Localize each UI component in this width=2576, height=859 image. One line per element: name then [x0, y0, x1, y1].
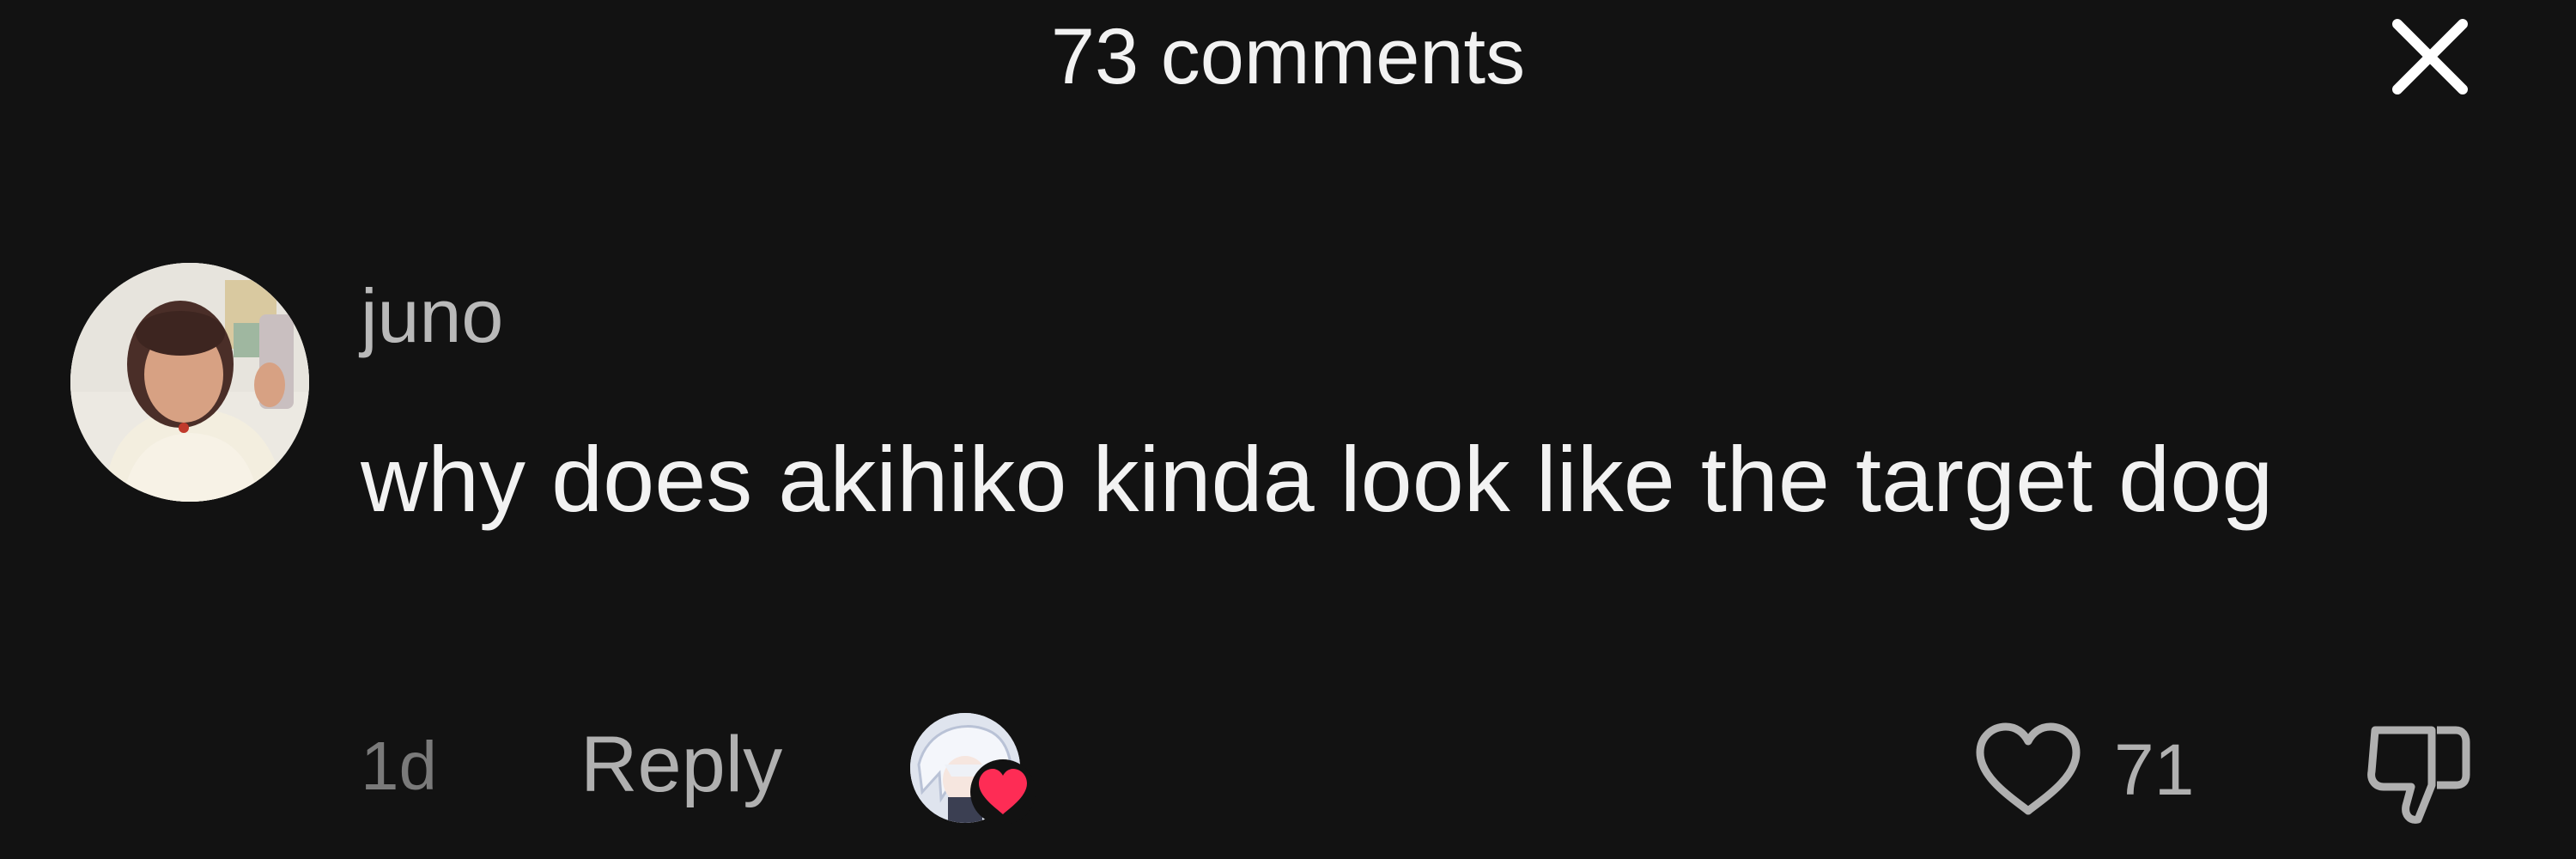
comments-count-title: 73 comments: [1050, 13, 1526, 101]
heart-icon: [969, 758, 1037, 826]
comment-timestamp: 1d: [361, 728, 437, 804]
close-icon: [2392, 19, 2468, 94]
comment-username[interactable]: juno: [361, 273, 503, 359]
like-count: 71: [2114, 729, 2195, 810]
reply-button[interactable]: Reply: [580, 720, 782, 809]
heart-outline-icon: [1976, 722, 2081, 815]
like-button[interactable]: [1970, 718, 2087, 821]
dislike-button[interactable]: [2363, 713, 2475, 830]
close-button[interactable]: [2385, 12, 2475, 101]
thumbs-down-icon: [2367, 726, 2470, 824]
avatar-photo: [70, 263, 309, 502]
comment-text: why does akihiko kinda look like the tar…: [361, 427, 2274, 531]
page-title: 73 comments: [0, 14, 2576, 100]
user-avatar[interactable]: [70, 263, 309, 502]
